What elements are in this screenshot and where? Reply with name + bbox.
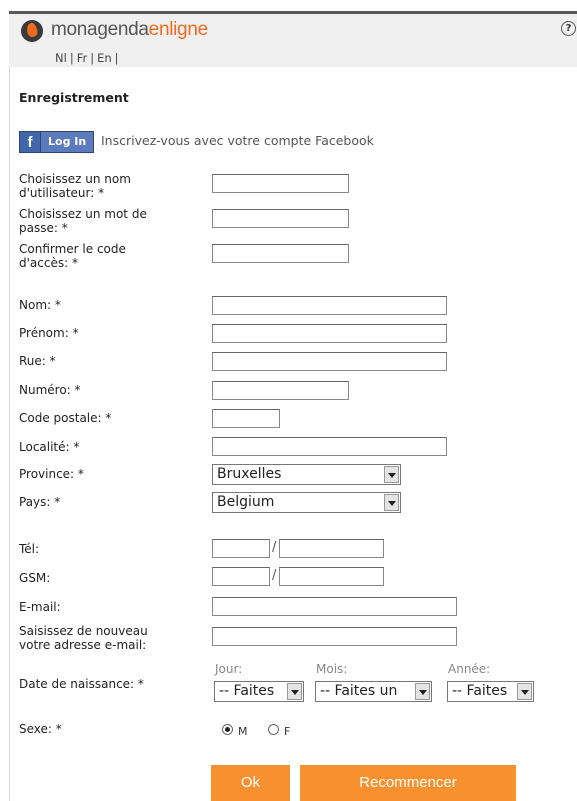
help-icon[interactable]: ? [561,21,576,36]
left-border [9,67,10,801]
lang-nl[interactable]: Nl [55,51,67,65]
birthdate-label: Date de naissance: * [19,677,144,691]
annee-select[interactable]: -- Faites [447,681,534,702]
lang-fr[interactable]: Fr [77,51,88,65]
gsm-number-input[interactable] [279,567,384,586]
facebook-icon: f [20,132,40,152]
lang-en[interactable]: En [97,51,112,65]
tel-slash: / [272,540,277,555]
logo-part2: enligne [148,19,208,40]
password-input[interactable] [212,209,349,228]
nom-input[interactable] [212,296,447,315]
username-label: Choisissez un nom d'utilisateur: * [19,172,131,200]
logo[interactable]: monagendaenligne [51,19,208,41]
facebook-login-label: Log In [40,132,94,152]
confirm-password-label: Confirmer le code d'accès: * [19,242,126,270]
sexe-f-label: F [284,725,291,738]
lang-separator: | [90,51,95,65]
logo-icon [21,20,43,42]
chevron-down-icon [384,494,399,511]
code-postale-label: Code postale: * [19,411,112,425]
sexe-m-radio[interactable] [222,724,233,735]
pays-select[interactable]: Belgium [212,492,401,513]
nom-label: Nom: * [19,298,61,312]
rue-label: Rue: * [19,354,56,368]
language-switcher: Nl | Fr | En | [55,51,122,65]
chevron-down-icon [287,683,302,700]
mois-label: Mois: [316,662,348,676]
confirm-password-input[interactable] [212,244,349,263]
tel-number-input[interactable] [279,539,384,558]
gsm-prefix-input[interactable] [212,567,270,586]
email-confirm-input[interactable] [212,627,457,646]
jour-label: Jour: [215,662,243,676]
tel-prefix-input[interactable] [212,539,270,558]
numero-input[interactable] [212,381,349,400]
jour-select[interactable]: -- Faites [214,681,304,702]
username-input[interactable] [212,174,349,193]
rue-input[interactable] [212,352,447,371]
prenom-input[interactable] [212,324,447,343]
email-label: E-mail: [19,600,61,614]
lang-separator: | [69,51,74,65]
sexe-f-radio[interactable] [268,724,279,735]
tel-label: Tél: [19,542,40,556]
page-title: Enregistrement [19,90,129,105]
facebook-login-button[interactable]: f Log In [19,131,95,153]
localite-input[interactable] [212,437,447,456]
facebook-signup-text: Inscrivez-vous avec votre compte Faceboo… [101,133,374,148]
logo-part1: monagenda [51,19,149,40]
numero-label: Numéro: * [19,383,81,397]
pays-label: Pays: * [19,495,61,509]
gsm-label: GSM: [19,571,51,585]
email-input[interactable] [212,597,457,616]
province-label: Province: * [19,467,84,481]
prenom-label: Prénom: * [19,326,79,340]
lang-separator: | [114,51,119,65]
chevron-down-icon [384,466,399,483]
email-confirm-label: Saisissez de nouveau votre adresse e-mail… [19,624,148,652]
province-select[interactable]: Bruxelles [212,464,401,485]
code-postale-input[interactable] [212,409,280,428]
ok-button[interactable]: Ok [211,765,290,801]
password-label: Choisissez un mot de passe: * [19,207,147,235]
localite-label: Localité: * [19,440,80,454]
chevron-down-icon [517,683,532,700]
chevron-down-icon [415,683,430,700]
sexe-label: Sexe: * [19,722,62,736]
reset-button[interactable]: Recommencer [300,765,516,801]
mois-select[interactable]: -- Faites un [315,681,432,702]
gsm-slash: / [272,568,277,583]
sexe-m-label: M [238,725,248,738]
annee-label: Année: [448,662,491,676]
